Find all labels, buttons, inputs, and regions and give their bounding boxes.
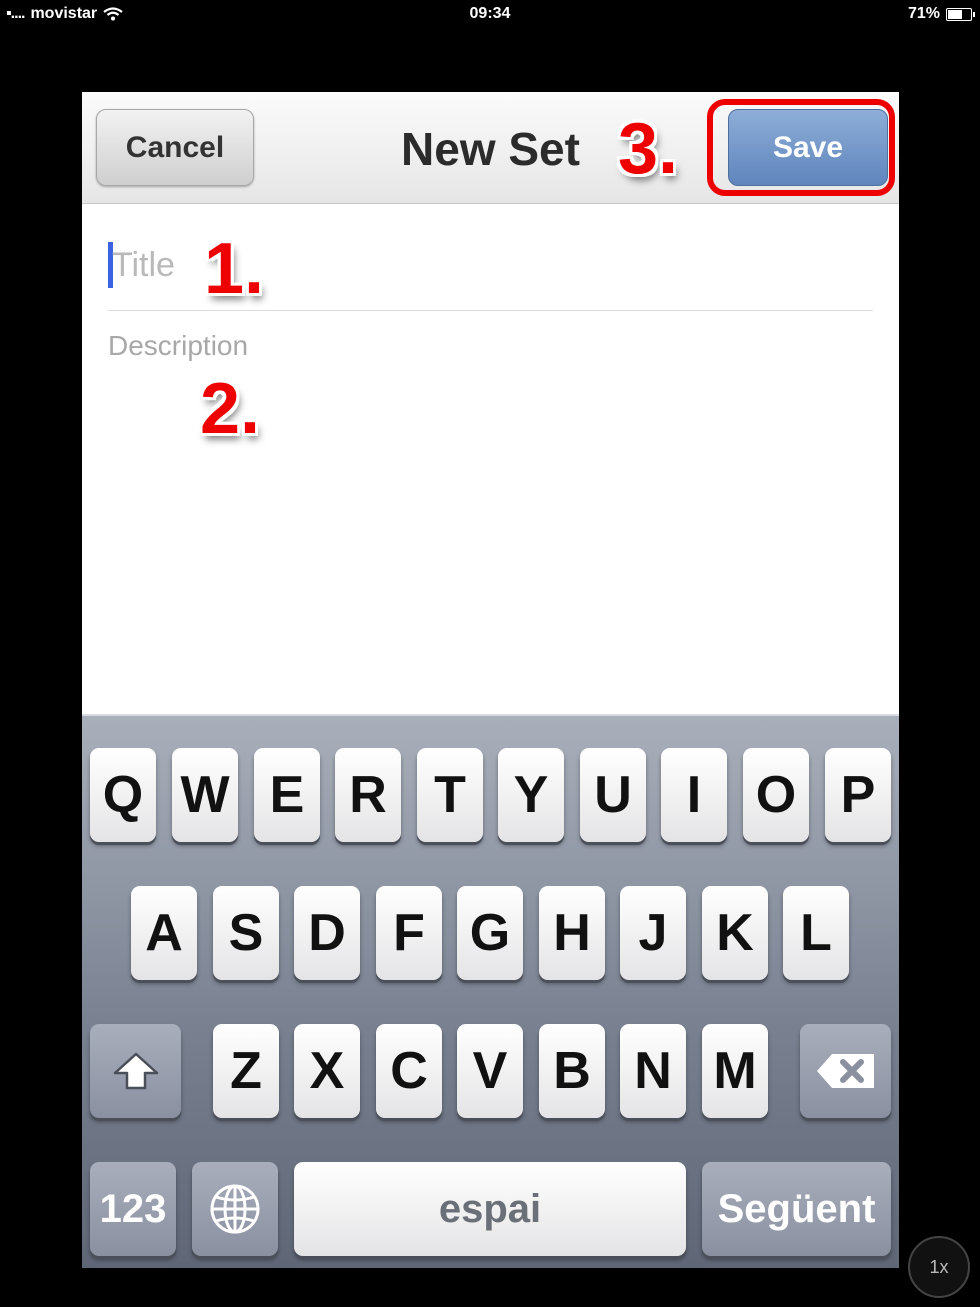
battery-icon: [946, 7, 975, 21]
annotation-step-1: 1.: [204, 229, 265, 309]
numbers-key[interactable]: 123: [90, 1162, 176, 1256]
key-z[interactable]: Z: [213, 1024, 279, 1118]
status-time: 09:34: [469, 5, 511, 22]
key-p[interactable]: P: [825, 748, 891, 842]
set-form: 1. 2.: [82, 204, 899, 714]
key-v[interactable]: V: [457, 1024, 523, 1118]
new-set-screen: Cancel New Set 3. Save 1. 2. Q W E R T Y…: [82, 92, 899, 1268]
shift-key[interactable]: [90, 1024, 181, 1118]
key-t[interactable]: T: [417, 748, 483, 842]
key-q[interactable]: Q: [90, 748, 156, 842]
globe-key[interactable]: [192, 1162, 278, 1256]
annotation-step-2: 2.: [200, 369, 261, 449]
backspace-key[interactable]: [800, 1024, 891, 1118]
key-n[interactable]: N: [620, 1024, 686, 1118]
key-i[interactable]: I: [661, 748, 727, 842]
key-k[interactable]: K: [702, 886, 768, 980]
space-key[interactable]: espai: [294, 1162, 686, 1256]
key-d[interactable]: D: [294, 886, 360, 980]
annotation-step-3: 3.: [618, 109, 679, 189]
key-h[interactable]: H: [539, 886, 605, 980]
status-bar: ▪.... movistar 09:34 71%: [0, 0, 980, 28]
key-m[interactable]: M: [702, 1024, 768, 1118]
next-key[interactable]: Següent: [702, 1162, 891, 1256]
key-j[interactable]: J: [620, 886, 686, 980]
backspace-icon: [816, 1054, 874, 1088]
save-highlight-box: [707, 99, 895, 196]
key-y[interactable]: Y: [498, 748, 564, 842]
navigation-bar: Cancel New Set 3. Save: [82, 92, 899, 204]
key-c[interactable]: C: [376, 1024, 442, 1118]
globe-icon: [210, 1184, 260, 1234]
key-o[interactable]: O: [743, 748, 809, 842]
key-x[interactable]: X: [294, 1024, 360, 1118]
key-s[interactable]: S: [213, 886, 279, 980]
key-l[interactable]: L: [783, 886, 849, 980]
battery-percent: 71%: [907, 5, 940, 22]
key-f[interactable]: F: [376, 886, 442, 980]
shift-arrow-icon: [113, 1052, 158, 1090]
battery-info: 71%: [907, 5, 975, 23]
key-g[interactable]: G: [457, 886, 523, 980]
zoom-toggle-button[interactable]: 1x: [908, 1236, 970, 1298]
key-u[interactable]: U: [580, 748, 646, 842]
on-screen-keyboard: Q W E R T Y U I O P A S D F G H J K L Z …: [82, 714, 899, 1268]
key-r[interactable]: R: [335, 748, 401, 842]
key-e[interactable]: E: [254, 748, 320, 842]
key-w[interactable]: W: [172, 748, 238, 842]
key-a[interactable]: A: [131, 886, 197, 980]
key-b[interactable]: B: [539, 1024, 605, 1118]
